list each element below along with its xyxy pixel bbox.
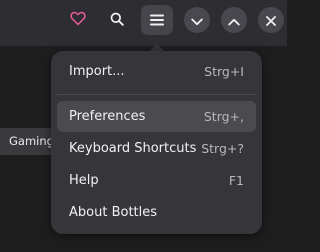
menu-item-about-bottles[interactable]: About Bottles: [57, 197, 256, 228]
main-menu-button[interactable]: [141, 5, 173, 35]
menu-item-label: Preferences: [69, 109, 146, 124]
menu-item-accelerator: Strg+I: [204, 64, 244, 79]
menu-item-label: Keyboard Shortcuts: [69, 141, 197, 156]
menu-item-label: About Bottles: [69, 205, 158, 220]
headerbar: [0, 0, 287, 46]
menu-item-preferences[interactable]: Preferences Strg+,: [57, 101, 256, 132]
menu-item-label: Import...: [69, 64, 125, 79]
hamburger-menu-icon: [150, 11, 164, 30]
menu-item-keyboard-shortcuts[interactable]: Keyboard Shortcuts Strg+?: [57, 133, 256, 164]
minimize-button[interactable]: [184, 7, 210, 33]
chevron-down-icon: [191, 11, 203, 30]
menu-separator: [57, 94, 256, 95]
library-button[interactable]: [63, 8, 93, 32]
menu-item-import[interactable]: Import... Strg+I: [57, 56, 256, 87]
search-icon: [110, 11, 124, 30]
search-button[interactable]: [103, 8, 131, 32]
maximize-button[interactable]: [221, 7, 247, 33]
menu-item-label: Help: [69, 173, 99, 188]
close-button[interactable]: [258, 7, 284, 33]
menu-item-accelerator: F1: [228, 173, 244, 188]
bottles-window: Gaming Import... Strg+I Preferences Strg…: [0, 0, 287, 252]
heart-icon: [70, 11, 86, 30]
chevron-up-icon: [228, 11, 240, 30]
menu-item-accelerator: Strg+,: [203, 109, 244, 124]
menu-item-accelerator: Strg+?: [201, 141, 244, 156]
main-menu-popover: Import... Strg+I Preferences Strg+, Keyb…: [51, 51, 262, 234]
popover-arrow: [150, 43, 164, 51]
menu-item-help[interactable]: Help F1: [57, 165, 256, 196]
close-icon: [266, 11, 276, 30]
